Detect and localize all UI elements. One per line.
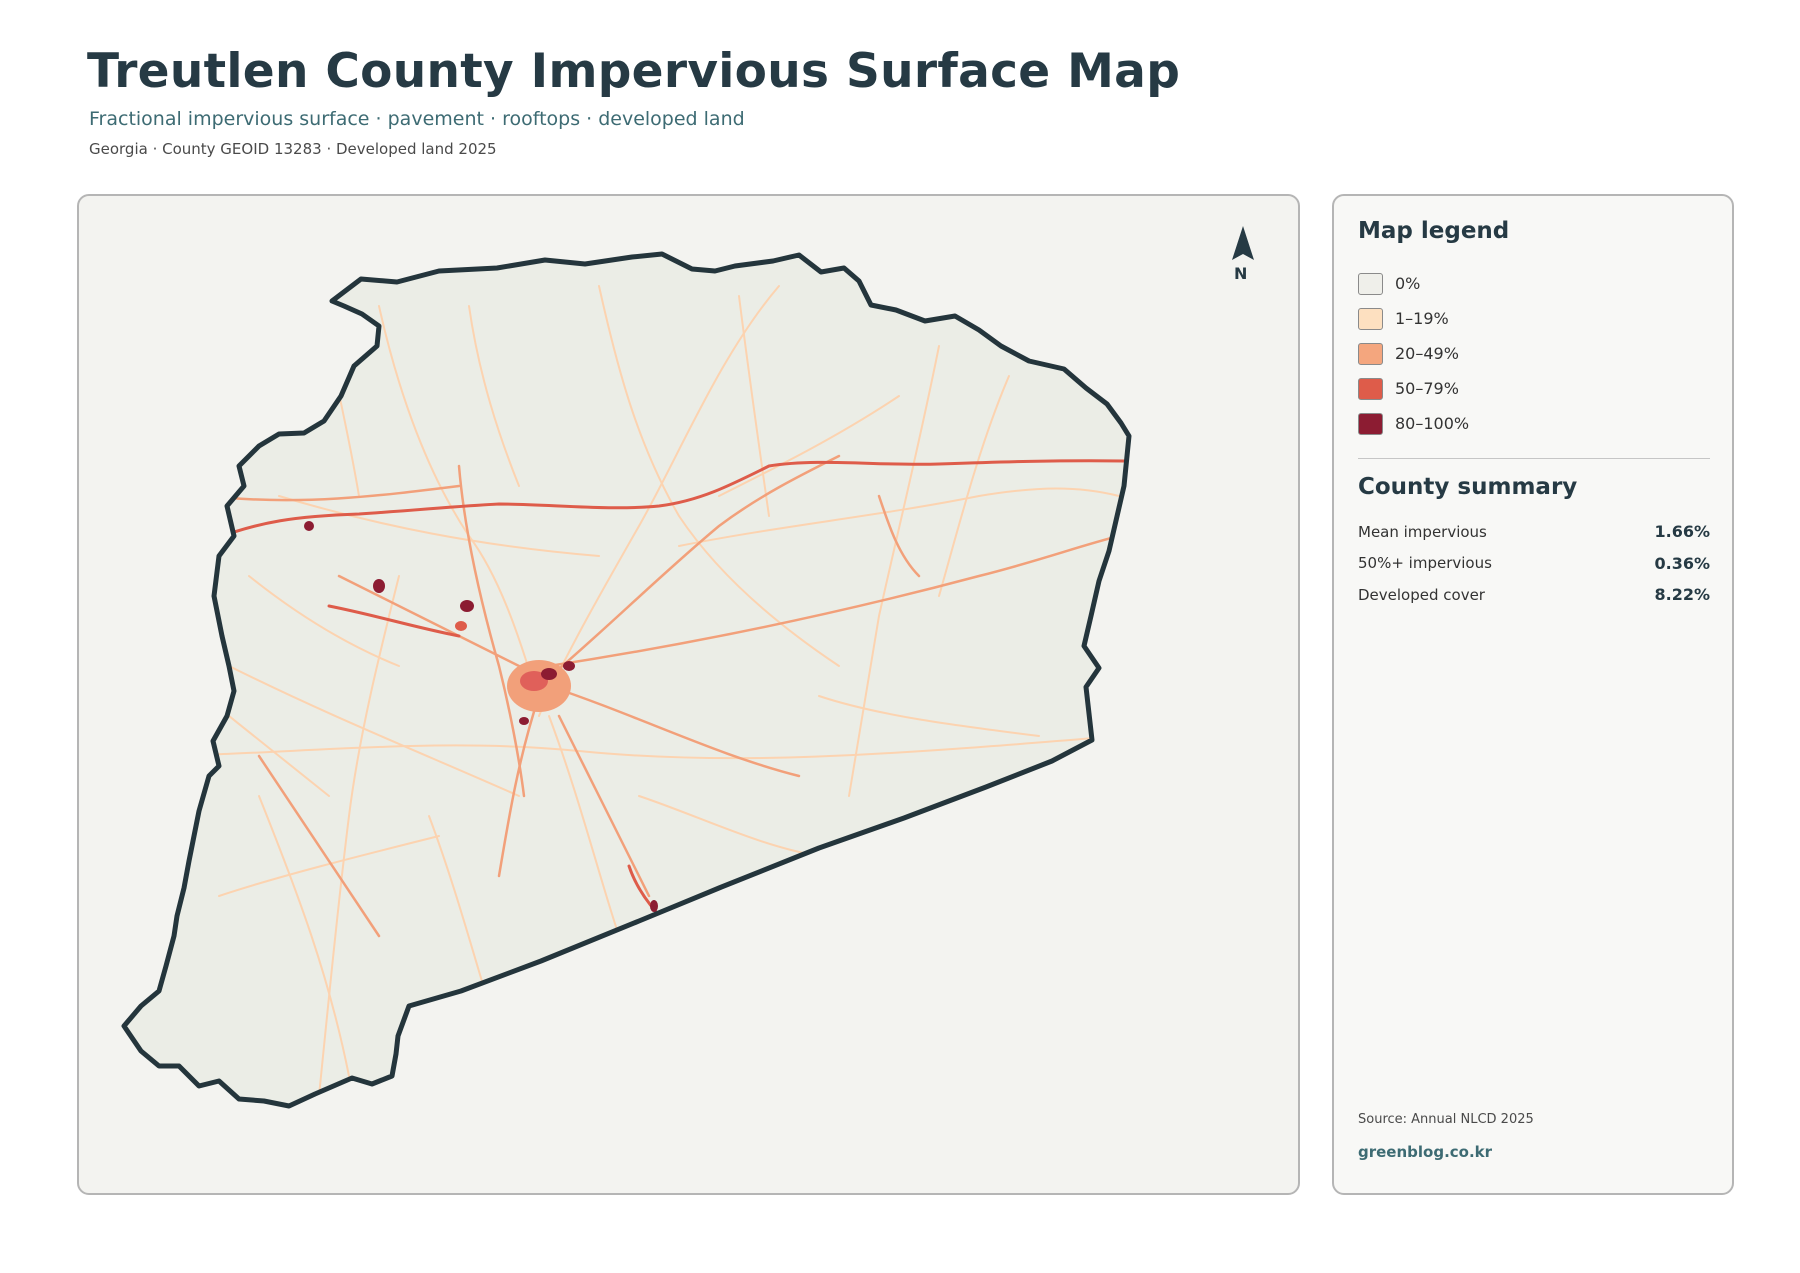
page-subtitle: Fractional impervious surface · pavement… xyxy=(89,108,745,130)
summary-value: 0.36% xyxy=(1654,553,1710,573)
summary-label: Mean impervious xyxy=(1358,522,1487,541)
legend-swatch xyxy=(1358,412,1383,435)
legend-label: 0% xyxy=(1395,274,1421,293)
county-map[interactable] xyxy=(79,196,1300,1195)
legend-items: 0% 1–19% 20–49% 50–79% 80–100% xyxy=(1358,266,1469,441)
legend-item: 0% xyxy=(1358,266,1469,301)
legend-panel: Map legend 0% 1–19% 20–49% 50–79% 80–100% Co… xyxy=(1332,194,1734,1195)
legend-title: Map legend xyxy=(1358,218,1510,244)
summary-title: County summary xyxy=(1358,474,1578,500)
legend-label: 1–19% xyxy=(1395,309,1449,328)
legend-item: 80–100% xyxy=(1358,406,1469,441)
legend-item: 50–79% xyxy=(1358,371,1469,406)
summary-row: Developed cover 8.22% xyxy=(1358,579,1710,611)
legend-divider xyxy=(1358,458,1710,459)
legend-swatch xyxy=(1358,342,1383,365)
summary-label: Developed cover xyxy=(1358,585,1485,604)
legend-swatch xyxy=(1358,272,1383,295)
legend-label: 50–79% xyxy=(1395,379,1459,398)
legend-item: 20–49% xyxy=(1358,336,1469,371)
summary-row: Mean impervious 1.66% xyxy=(1358,516,1710,548)
legend-swatch xyxy=(1358,377,1383,400)
legend-label: 80–100% xyxy=(1395,414,1470,433)
legend-swatch xyxy=(1358,307,1383,330)
map-panel[interactable] xyxy=(77,194,1300,1195)
page-meta: Georgia · County GEOID 13283 · Developed… xyxy=(89,140,497,158)
summary-label: 50%+ impervious xyxy=(1358,554,1492,573)
summary-rows: Mean impervious 1.66% 50%+ impervious 0.36%… xyxy=(1358,516,1710,611)
source-note: Source: Annual NLCD 2025 xyxy=(1358,1112,1534,1127)
summary-value: 8.22% xyxy=(1654,585,1710,605)
summary-row: 50%+ impervious 0.36% xyxy=(1358,548,1710,580)
north-label: N xyxy=(1234,264,1248,283)
legend-item: 1–19% xyxy=(1358,301,1469,336)
credit-link[interactable]: greenblog.co.kr xyxy=(1358,1143,1492,1161)
summary-value: 1.66% xyxy=(1654,522,1710,542)
page-title: Treutlen County Impervious Surface Map xyxy=(87,44,1181,99)
legend-label: 20–49% xyxy=(1395,344,1459,363)
